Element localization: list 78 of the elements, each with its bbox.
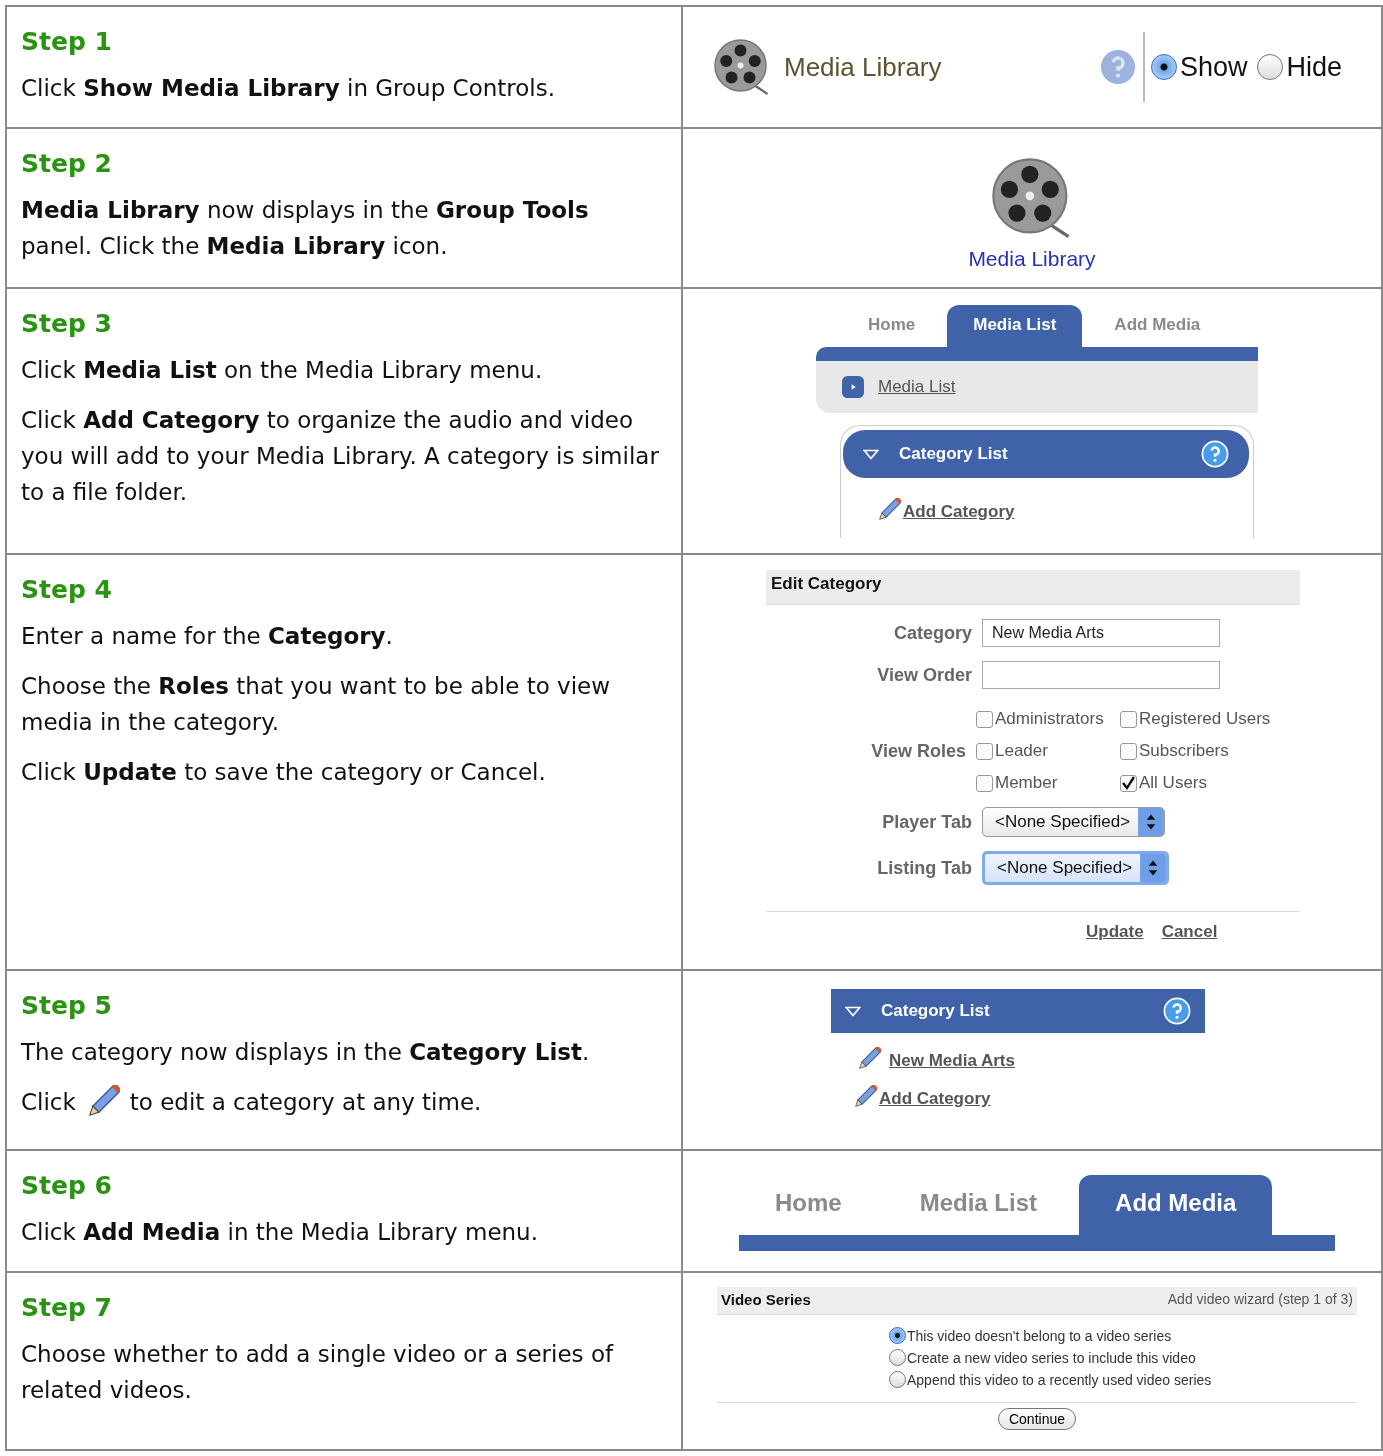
wizard-step-text: Add video wizard (step 1 of 3)	[1167, 1291, 1353, 1308]
checkbox[interactable]	[976, 742, 993, 760]
play-icon	[842, 376, 864, 398]
dropdown[interactable]: <None Specified>	[982, 807, 1166, 837]
help-icon[interactable]	[1201, 440, 1229, 468]
collapse-triangle-icon	[845, 1005, 861, 1017]
media-list-link[interactable]: Media List	[878, 377, 956, 397]
radio-button[interactable]	[889, 1349, 906, 1366]
checkbox[interactable]	[976, 774, 993, 792]
instruction-text: to edit a category at any time.	[129, 1088, 482, 1117]
pencil-icon[interactable]	[877, 498, 901, 522]
instruction-text: Choose whether to add a single video or a series of related videos.	[21, 1340, 615, 1405]
up-down-arrows-icon	[1140, 854, 1167, 882]
step-heading: Step 4	[21, 575, 113, 604]
step-heading: Step 1	[21, 27, 113, 56]
instruction-text: Media Library now displays in the Group Tools panel. Click the Media Library icon.	[21, 196, 590, 261]
radio-label: This video doesn't belong to a video series	[907, 1327, 1172, 1344]
dropdown[interactable]: <None Specified>	[982, 851, 1170, 885]
checkbox[interactable]	[1120, 742, 1137, 760]
category-list-title: Category List	[881, 1001, 990, 1021]
instruction-text: Enter a name for the Category.	[21, 622, 394, 651]
instruction-text: Click Update to save the category or Cancel.	[21, 758, 547, 787]
radio-button[interactable]	[1150, 54, 1177, 80]
radio-label: Hide	[1286, 51, 1342, 83]
form-action-link[interactable]: Cancel	[1161, 922, 1218, 942]
instruction-text: Click	[21, 1088, 76, 1117]
radio-button[interactable]	[889, 1327, 906, 1344]
checkbox[interactable]	[1120, 774, 1137, 792]
step-heading: Step 6	[21, 1171, 113, 1200]
field-label: Player Tab	[881, 811, 972, 833]
field-label: Category	[892, 622, 972, 644]
radio-button[interactable]	[889, 1371, 906, 1388]
menu-tab[interactable]: Add Media	[1079, 1175, 1273, 1235]
category-link[interactable]: Add Category	[879, 1089, 991, 1109]
media-library-link[interactable]: Media Library	[968, 247, 1096, 271]
menu-tab[interactable]: Media List	[947, 305, 1083, 347]
role-label: Administrators	[995, 709, 1104, 729]
instruction-text: Click Add Category to organize the audio and video you will add to your Media Library. A category is similar to a file folder.	[21, 406, 660, 507]
step-heading: Step 3	[21, 309, 113, 338]
instruction-text: Click Show Media Library in Group Controls.	[21, 74, 557, 103]
step-heading: Step 7	[21, 1293, 113, 1322]
category-list-header[interactable]: Category List	[843, 430, 1249, 478]
role-label: Member	[995, 773, 1058, 793]
continue-button[interactable]: Continue	[997, 1408, 1076, 1430]
radio-button[interactable]	[1257, 54, 1284, 80]
field-label: View Roles	[870, 740, 966, 762]
radio-label: Append this video to a recently used video series	[907, 1371, 1212, 1388]
pencil-icon[interactable]	[853, 1085, 877, 1109]
instruction-text: Choose the Roles that you want to be able to view media in the category.	[21, 672, 612, 737]
radio-label: Show	[1179, 51, 1248, 83]
role-label: Subscribers	[1139, 741, 1229, 761]
section-title: Video Series	[721, 1291, 811, 1308]
text-field[interactable]	[982, 661, 1220, 689]
step-heading: Step 2	[21, 149, 113, 178]
category-list-header[interactable]: Category List	[831, 989, 1205, 1033]
category-list-title: Category List	[899, 444, 1008, 464]
role-label: Leader	[995, 741, 1048, 761]
role-label: All Users	[1139, 773, 1207, 793]
text-field[interactable]: New Media Arts	[982, 619, 1220, 647]
field-label: View Order	[876, 664, 972, 686]
form-header: Edit Category	[766, 570, 1300, 605]
help-icon[interactable]	[1163, 997, 1191, 1025]
step-heading: Step 5	[21, 991, 113, 1020]
pencil-icon[interactable]	[857, 1047, 881, 1071]
radio-label: Create a new video series to include this video	[907, 1349, 1196, 1366]
up-down-arrows-icon	[1138, 808, 1165, 836]
checkbox[interactable]	[976, 710, 993, 728]
collapse-triangle-icon	[863, 448, 879, 460]
category-link[interactable]: Add Category	[903, 502, 1015, 522]
instruction-text: Click Media List on the Media Library menu.	[21, 356, 544, 385]
checkbox[interactable]	[1120, 710, 1137, 728]
category-link[interactable]: New Media Arts	[889, 1051, 1015, 1071]
form-action-link[interactable]: Update	[1086, 922, 1144, 942]
instruction-text: The category now displays in the Category List.	[21, 1038, 591, 1067]
role-label: Registered Users	[1139, 709, 1271, 729]
field-label: Listing Tab	[876, 857, 972, 879]
instruction-text: Click Add Media in the Media Library menu.	[21, 1218, 539, 1247]
media-library-label: Media Library	[784, 51, 942, 83]
